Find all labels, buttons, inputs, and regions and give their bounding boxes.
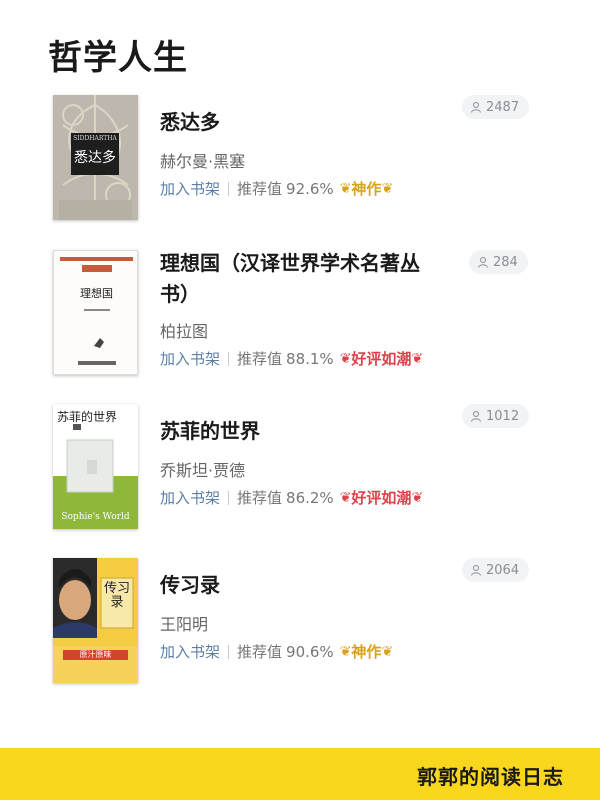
badge-label: 神作 (351, 643, 382, 661)
score-value: 86.2% (286, 488, 334, 507)
add-to-shelf-button[interactable]: 加入书架 (160, 487, 220, 508)
cover-title: 悉达多 (74, 150, 116, 166)
footer-text: 郭郭的阅读日志 (417, 765, 564, 789)
readers-count: 2064 (462, 558, 530, 582)
score-label: 推荐值 (237, 350, 283, 368)
book-meta: 加入书架 推荐值 92.6% ❦ 神作 ❦ (160, 178, 393, 199)
book-item[interactable]: 理想国 理想国（汉译世界学术名著丛书） 柏拉图 加入书架 推荐值 88.1% ❦… (0, 250, 600, 390)
readers-value: 284 (493, 254, 518, 270)
footer-banner: 郭郭的阅读日志 (0, 748, 600, 800)
book-item[interactable]: 传习录 原汁原味 传习录 王阳明 加入书架 推荐值 90.6% ❦ 神作 ❦ 2… (0, 558, 600, 688)
person-icon (470, 101, 482, 113)
laurel-right-icon: ❦ (411, 350, 424, 367)
person-icon (470, 410, 482, 422)
score-label: 推荐值 (237, 180, 283, 198)
cover-subtitle: SIDDHARTHA (73, 135, 117, 142)
cover-art (54, 251, 137, 374)
book-title[interactable]: 理想国（汉译世界学术名著丛书） (160, 248, 445, 310)
person-icon (477, 256, 489, 268)
laurel-left-icon: ❦ (339, 180, 352, 197)
laurel-left-icon: ❦ (339, 489, 352, 506)
cover-title: 苏菲的世界 (57, 410, 118, 424)
divider (228, 490, 230, 505)
book-cover[interactable]: 苏菲的世界 Sophie's World (53, 404, 138, 529)
book-author: 赫尔曼·黑塞 (160, 152, 246, 171)
score-label: 推荐值 (237, 489, 283, 507)
book-meta: 加入书架 推荐值 90.6% ❦ 神作 ❦ (160, 641, 393, 662)
page-title: 哲学人生 (48, 38, 188, 78)
book-item[interactable]: 苏菲的世界 Sophie's World 苏菲的世界 乔斯坦·贾德 加入书架 推… (0, 404, 600, 534)
readers-value: 1012 (486, 408, 520, 424)
cover-subtitle: 原汁原味 (79, 650, 112, 659)
add-to-shelf-button[interactable]: 加入书架 (160, 178, 220, 199)
divider (228, 181, 230, 196)
readers-count: 2487 (462, 95, 530, 119)
book-author: 乔斯坦·贾德 (160, 461, 246, 480)
readers-count: 1012 (462, 404, 530, 428)
rating-badge: ❦ 好评如潮 ❦ (340, 487, 423, 508)
book-title[interactable]: 传习录 (160, 570, 450, 601)
book-title[interactable]: 悉达多 (160, 107, 450, 138)
readers-value: 2064 (486, 562, 520, 578)
badge-label: 好评如潮 (351, 350, 412, 368)
score-label: 推荐值 (237, 643, 283, 661)
rating-badge: ❦ 好评如潮 ❦ (340, 348, 423, 369)
score-value: 90.6% (286, 642, 334, 661)
score-value: 88.1% (286, 349, 334, 368)
laurel-right-icon: ❦ (381, 643, 394, 660)
divider (228, 351, 230, 366)
rating-badge: ❦ 神作 ❦ (340, 178, 393, 199)
rating-badge: ❦ 神作 ❦ (340, 641, 393, 662)
book-meta: 加入书架 推荐值 86.2% ❦ 好评如潮 ❦ (160, 487, 423, 508)
book-cover[interactable]: SIDDHARTHA 悉达多 (53, 95, 138, 220)
cover-title: 理想国 (80, 287, 113, 300)
laurel-left-icon: ❦ (339, 643, 352, 660)
book-cover[interactable]: 传习录 原汁原味 (53, 558, 138, 683)
book-item[interactable]: SIDDHARTHA 悉达多 悉达多 赫尔曼·黑塞 加入书架 推荐值 92.6%… (0, 95, 600, 225)
badge-label: 好评如潮 (351, 489, 412, 507)
divider (228, 644, 230, 659)
book-author: 王阳明 (160, 615, 209, 634)
readers-count: 284 (469, 250, 528, 274)
add-to-shelf-button[interactable]: 加入书架 (160, 348, 220, 369)
person-icon (470, 564, 482, 576)
laurel-right-icon: ❦ (381, 180, 394, 197)
laurel-left-icon: ❦ (339, 350, 352, 367)
cover-title: 传习录 (103, 581, 130, 610)
book-title[interactable]: 苏菲的世界 (160, 416, 450, 447)
add-to-shelf-button[interactable]: 加入书架 (160, 641, 220, 662)
cover-art (53, 558, 138, 683)
laurel-right-icon: ❦ (411, 489, 424, 506)
readers-value: 2487 (486, 99, 520, 115)
score-value: 92.6% (286, 179, 334, 198)
book-meta: 加入书架 推荐值 88.1% ❦ 好评如潮 ❦ (160, 348, 423, 369)
cover-subtitle: Sophie's World (61, 512, 130, 522)
badge-label: 神作 (351, 180, 382, 198)
book-author: 柏拉图 (160, 322, 209, 341)
book-cover[interactable]: 理想国 (53, 250, 138, 375)
